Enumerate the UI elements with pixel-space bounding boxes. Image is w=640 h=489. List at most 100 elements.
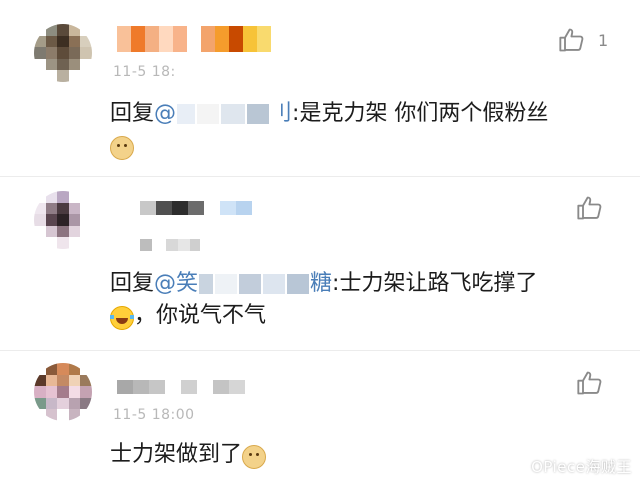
avatar-pixel (57, 202, 69, 215)
avatar-pixel (34, 202, 46, 215)
avatar-pixel (57, 47, 69, 59)
avatar-pixel (45, 386, 58, 398)
avatar-pixel (57, 225, 69, 238)
avatar-pixel (34, 225, 46, 238)
avatar[interactable] (34, 363, 92, 421)
name-pixel (159, 26, 173, 52)
avatar-pixel (45, 35, 58, 48)
avatar-pixel (57, 237, 69, 249)
avatar[interactable] (34, 24, 92, 82)
avatar-pixel (45, 374, 58, 387)
avatar-pixel (68, 24, 81, 36)
avatar-pixel (57, 70, 69, 82)
name-pixel (133, 380, 149, 394)
avatar-pixel (45, 191, 58, 203)
like-count: 1 (598, 30, 609, 50)
avatar-pixel (45, 214, 58, 226)
avatar-pixel (68, 214, 81, 226)
name-pixel (204, 201, 220, 215)
comment-body: 士力架做到了 (110, 442, 243, 467)
reply-prefix: 回复 (110, 101, 155, 126)
avatar-pixel (80, 202, 92, 215)
avatar-pixel (57, 191, 69, 203)
username-redacted[interactable] (117, 26, 271, 52)
name-pixel (156, 201, 172, 215)
comment-text: 回复@笑 糖:士力架让路飞吃撑了 ，你说气不气 (110, 268, 537, 332)
avatar-pixel (34, 386, 46, 398)
avatar-pixel (45, 409, 58, 421)
avatar-pixel (68, 374, 81, 387)
avatar-pixel (80, 225, 92, 238)
avatar-pixel (80, 409, 92, 421)
avatar-pixel (34, 191, 46, 203)
avatar-pixel (45, 202, 58, 215)
name-pixel (229, 26, 243, 52)
doge-emoji (242, 445, 267, 469)
name-pixel (165, 380, 181, 394)
avatar-pixel (68, 35, 81, 48)
username-redacted[interactable] (117, 380, 245, 394)
avatar-pixel (57, 409, 69, 421)
like-button[interactable]: 1 (558, 26, 608, 54)
avatar-pixel (68, 191, 81, 203)
avatar-pixel (57, 397, 69, 410)
like-button[interactable] (576, 369, 604, 397)
avatar-pixel (68, 363, 81, 375)
avatar-pixel (80, 47, 92, 59)
comment-item-1: 11-5 18: 回复@ 刂:是克力架 你们两个假粉丝 1 (0, 0, 640, 176)
like-button[interactable] (576, 194, 604, 222)
avatar-pixel (45, 70, 58, 82)
avatar-pixel (34, 24, 46, 36)
mention-link[interactable]: @笑糖 (154, 271, 332, 296)
name-pixel (172, 201, 188, 215)
avatar-pixel (80, 58, 92, 71)
avatar-pixel (80, 363, 92, 375)
comment-item-2: 回复@笑 糖:士力架让路飞吃撑了 ，你说气不气 (0, 177, 640, 350)
avatar[interactable] (34, 191, 92, 249)
avatar-pixel (34, 397, 46, 410)
avatar-pixel (34, 214, 46, 226)
name-pixel (215, 26, 229, 52)
avatar-pixel (80, 214, 92, 226)
laugh-cry-emoji (110, 306, 134, 330)
avatar-pixel (80, 35, 92, 48)
comment-body-line2: ，你说气不气 (134, 303, 267, 328)
avatar-pixel (57, 35, 69, 48)
comment-time: 11-5 18:00 (113, 407, 195, 423)
avatar-pixel (34, 70, 46, 82)
comment-time: 11-5 18: (113, 64, 176, 80)
avatar-pixel (34, 363, 46, 375)
name-pixel (213, 380, 229, 394)
avatar-pixel (45, 225, 58, 238)
avatar-pixel (68, 386, 81, 398)
avatar-pixel (80, 70, 92, 82)
avatar-pixel (45, 47, 58, 59)
avatar-pixel (45, 363, 58, 375)
avatar-pixel (45, 24, 58, 36)
doge-emoji (110, 136, 134, 160)
mention-link[interactable]: @ 刂 (154, 101, 292, 126)
avatar-pixel (80, 237, 92, 249)
avatar-pixel (80, 397, 92, 410)
avatar-pixel (57, 386, 69, 398)
name-pixel (220, 201, 236, 215)
name-pixel (149, 380, 165, 394)
avatar-pixel (34, 237, 46, 249)
avatar-pixel (34, 35, 46, 48)
name-pixel (243, 26, 257, 52)
name-pixel (181, 380, 197, 394)
name-pixel (229, 380, 245, 394)
comment-time-redacted (140, 239, 200, 251)
thumbs-up-icon (577, 196, 602, 220)
avatar-pixel (68, 237, 81, 249)
name-pixel (173, 26, 187, 52)
comment-body: :士力架让路飞吃撑了 (332, 271, 538, 296)
name-pixel (145, 26, 159, 52)
comment-body: :是克力架 你们两个假粉丝 (292, 101, 549, 126)
comment-text: 士力架做到了 (110, 439, 267, 471)
avatar-pixel (68, 202, 81, 215)
avatar-pixel (57, 58, 69, 71)
name-pixel (140, 201, 156, 215)
username-redacted[interactable] (140, 201, 252, 215)
avatar-pixel (57, 363, 69, 375)
